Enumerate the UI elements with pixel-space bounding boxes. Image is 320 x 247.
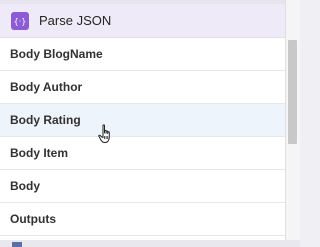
bottom-strip: [0, 240, 300, 247]
list-item-body-blogname[interactable]: Body BlogName: [0, 38, 285, 71]
list-item-body-rating[interactable]: Body Rating: [0, 104, 285, 137]
list-item-label: Body Item: [10, 146, 69, 160]
list-item-body[interactable]: Body: [0, 170, 285, 203]
scrollbar-thumb[interactable]: [288, 40, 297, 144]
vertical-scrollbar[interactable]: [286, 0, 300, 240]
list-item-label: Outputs: [10, 212, 56, 226]
header-title: Parse JSON: [39, 13, 112, 28]
list-item-label: Body Rating: [10, 113, 81, 127]
list-item-label: Body Author: [10, 80, 83, 94]
parse-json-icon: {·}: [11, 11, 29, 30]
bottom-item-icon: [12, 242, 22, 247]
dynamic-content-panel: {·} Parse JSON Body BlogName Body Author…: [0, 0, 286, 240]
list-item-body-author[interactable]: Body Author: [0, 71, 285, 104]
list-item-outputs[interactable]: Outputs: [0, 203, 285, 236]
hand-pointer-icon: [98, 124, 114, 144]
parse-json-header[interactable]: {·} Parse JSON: [0, 4, 285, 38]
list-item-body-item[interactable]: Body Item: [0, 137, 285, 170]
svg-text:{·}: {·}: [14, 17, 26, 26]
list-item-label: Body BlogName: [10, 47, 103, 61]
list-item-label: Body: [10, 179, 40, 193]
